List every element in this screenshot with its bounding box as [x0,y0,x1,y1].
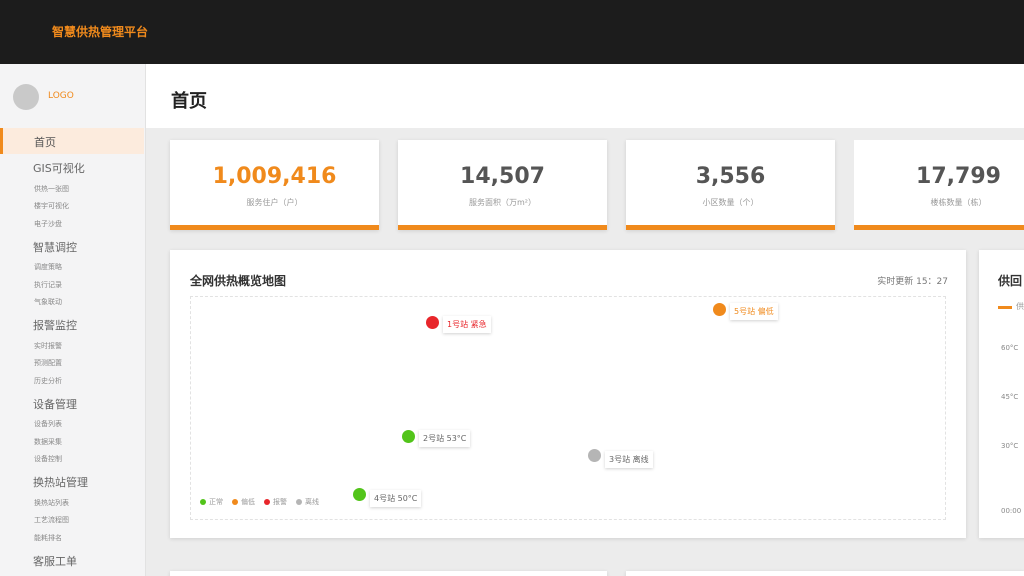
legend-alarm: 报警 [264,497,287,507]
sidebar-item-exec-log[interactable]: 执行记录 [34,280,62,290]
station-3-marker[interactable] [588,449,601,462]
sidebar-group-device[interactable]: 设备管理 [33,396,77,412]
y-tick: 30°C [1001,442,1019,450]
sidebar-item-weather-link[interactable]: 气象联动 [34,297,62,307]
legend-dot-icon [264,499,270,505]
sidebar-group-service-ticket[interactable]: 客服工单 [33,553,77,569]
stat-label: 服务面积（万m²） [469,198,536,207]
legend-normal: 正常 [200,497,223,507]
map-update-time: 实时更新 15：27 [877,277,948,287]
sidebar-item-process-diagram[interactable]: 工艺流程图 [34,515,69,525]
map-area[interactable]: 1号站 紧急 5号站 偏低 2号站 53°C 3号站 离线 4号站 50°C 正… [190,296,946,520]
stat-card-area: 14,507 服务面积（万m²） [398,140,607,230]
sidebar-group-gis[interactable]: GIS可视化 [33,160,85,176]
sidebar-item-home[interactable]: 首页 [0,128,144,154]
y-tick: 60°C [1001,344,1019,352]
sidebar-item-dispatch-strategy[interactable]: 调度策略 [34,262,62,272]
stat-label: 服务住户（户） [246,198,303,207]
sidebar: LOGO 首页 GIS可视化 供热一张图 楼宇可视化 电子沙盘 智慧调控 调度策… [0,64,146,576]
legend-low: 偏低 [232,497,255,507]
map-legend: 正常 偏低 报警 离线 [200,497,319,507]
supply-legend-line [998,306,1012,309]
legend-dot-icon [232,499,238,505]
sidebar-item-device-control[interactable]: 设备控制 [34,454,62,464]
station-1-label: 1号站 紧急 [443,316,491,333]
bottom-card-right [626,571,1024,576]
stat-card-households: 1,009,416 服务住户（户） [170,140,379,230]
sidebar-item-data-collect[interactable]: 数据采集 [34,437,62,447]
y-tick: 45°C [1001,393,1019,401]
sidebar-item-history-analysis[interactable]: 历史分析 [34,376,62,386]
bottom-card-left [170,571,607,576]
station-5-marker[interactable] [713,303,726,316]
top-bar: 智慧供热管理平台 [0,0,1024,64]
main-content: 首页 1,009,416 服务住户（户） 14,507 服务面积（万m²） 3,… [146,64,1024,576]
supply-return-chart-card: 供回 供 60°C 45°C 30°C 00:00 [979,250,1024,538]
legend-dot-icon [200,499,206,505]
legend-label: 偏低 [241,498,255,506]
legend-label: 离线 [305,498,319,506]
sidebar-item-label: 首页 [34,136,56,149]
sidebar-group-station[interactable]: 换热站管理 [33,474,88,490]
sidebar-group-alarm[interactable]: 报警监控 [33,317,77,333]
sidebar-item-forecast-config[interactable]: 预测配置 [34,358,62,368]
page-title: 首页 [171,91,207,112]
sidebar-item-device-list[interactable]: 设备列表 [34,419,62,429]
network-map-card: 全网供热概览地图 实时更新 15：27 1号站 紧急 5号站 偏低 2号站 53… [170,250,966,538]
sidebar-item-heating-map[interactable]: 供热一张图 [34,184,69,194]
stat-card-communities: 3,556 小区数量（个） [626,140,835,230]
stat-value: 14,507 [460,164,545,189]
station-2-marker[interactable] [402,430,415,443]
sidebar-item-building-visual[interactable]: 楼宇可视化 [34,201,69,211]
stat-value: 3,556 [695,164,766,189]
sidebar-item-station-list[interactable]: 换热站列表 [34,498,69,508]
sidebar-item-energy-rank[interactable]: 能耗排名 [34,533,62,543]
map-title: 全网供热概览地图 [190,274,287,288]
side-chart-title: 供回 [998,274,1023,288]
station-4-label: 4号站 50°C [370,490,422,507]
stat-value: 1,009,416 [212,164,337,189]
app-title: 智慧供热管理平台 [52,25,149,39]
station-3-label: 3号站 离线 [605,451,653,468]
legend-label: 正常 [209,498,223,506]
station-5-label: 5号站 偏低 [730,303,778,320]
stat-label: 小区数量（个） [702,198,759,207]
stat-label: 楼栋数量（栋） [930,198,987,207]
logo-text: LOGO [48,91,74,101]
legend-dot-icon [296,499,302,505]
logo-icon [13,84,39,110]
x-tick: 00:00 [1001,507,1022,515]
sidebar-item-sand-table[interactable]: 电子沙盘 [34,219,62,229]
page-header: 首页 [146,64,1024,128]
station-1-marker[interactable] [426,316,439,329]
station-4-marker[interactable] [353,488,366,501]
stat-card-buildings: 17,799 楼栋数量（栋） [854,140,1024,230]
legend-offline: 离线 [296,497,319,507]
sidebar-item-realtime-alarm[interactable]: 实时报警 [34,341,62,351]
supply-legend-label: 供 [1016,302,1024,311]
sidebar-group-smart-control[interactable]: 智慧调控 [33,239,77,255]
legend-label: 报警 [273,498,287,506]
station-2-label: 2号站 53°C [419,430,471,447]
stat-value: 17,799 [916,164,1001,189]
